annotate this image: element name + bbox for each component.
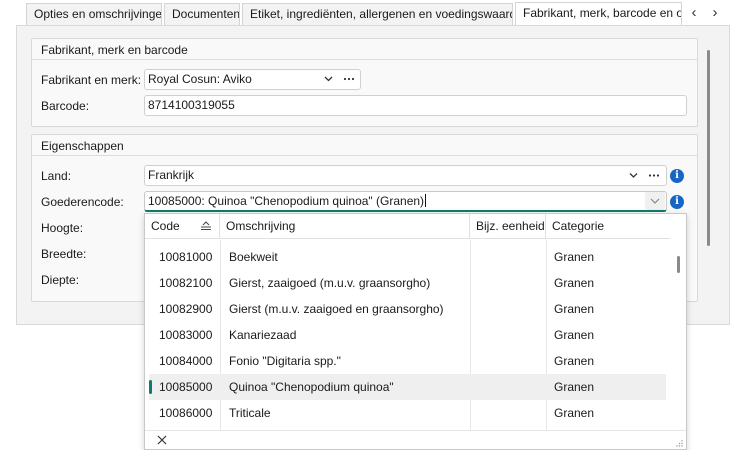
group-divider	[32, 155, 697, 156]
cell-description: Kanariezaad	[229, 328, 297, 342]
cell-category: Granen	[554, 250, 595, 264]
tab-fabrikant[interactable]: Fabrikant, merk, barcode en overige	[515, 2, 682, 27]
dropdown-scrollbar[interactable]	[677, 256, 680, 273]
barcode-label: Barcode:	[41, 99, 90, 113]
chevron-down-icon[interactable]	[323, 73, 334, 86]
tab-bar: Opties en omschrijvingen Documenten Etik…	[0, 0, 747, 27]
column-header-label: Code	[151, 219, 180, 233]
goods-code-label: Goederencode:	[41, 195, 124, 209]
table-row[interactable]: 10082900 Gierst (m.u.v. zaaigoed en graa…	[145, 296, 667, 322]
grid-body: 10081000 Boekweit Granen 10082100 Gierst…	[145, 240, 670, 430]
tab-scroll-left-icon[interactable]: ‹	[683, 3, 705, 23]
text-cursor	[425, 194, 427, 207]
cell-description: Boekweit	[229, 250, 278, 264]
column-header-bijz-eenheid[interactable]: Bijz. eenheid	[470, 214, 546, 239]
barcode-value: 8714100319055	[148, 98, 235, 112]
table-row[interactable]: 10082100 Gierst, zaaigoed (m.u.v. graans…	[145, 270, 667, 296]
depth-label: Diepte:	[41, 273, 80, 287]
close-icon[interactable]	[157, 433, 167, 448]
width-label: Breedte:	[41, 247, 87, 261]
table-row[interactable]: 10084000 Fonio "Digitaria spp." Granen	[145, 348, 667, 374]
goods-code-value: 10085000: Quinoa "Chenopodium quinoa" (G…	[148, 194, 425, 208]
cell-code: 10082100	[159, 276, 213, 290]
goods-code-dropdown: Code Omschrijving Bijz. eenheid Categori…	[144, 213, 687, 450]
selection-marker	[149, 380, 152, 394]
group-title: Eigenschappen	[41, 139, 124, 153]
resize-grip-icon[interactable]	[676, 440, 683, 448]
cell-category: Granen	[554, 328, 595, 342]
cell-code: 10085000	[159, 380, 213, 394]
cell-code: 10086000	[159, 406, 213, 420]
cell-code: 10082900	[159, 302, 213, 316]
panel-scrollbar[interactable]	[707, 50, 710, 246]
country-value: Frankrijk	[148, 168, 195, 182]
cell-code: 10084000	[159, 354, 213, 368]
tab-opties-en-omschrijvingen[interactable]: Opties en omschrijvingen	[26, 3, 162, 25]
country-label: Land:	[41, 169, 72, 183]
cell-description: Gierst (m.u.v. zaaigoed en graansorgho)	[229, 302, 444, 316]
column-header-code[interactable]: Code	[145, 214, 220, 239]
dropdown-footer	[145, 430, 686, 450]
cell-category: Granen	[554, 276, 595, 290]
table-row-selected[interactable]: 10085000 Quinoa "Chenopodium quinoa" Gra…	[149, 374, 666, 400]
cell-category: Granen	[554, 406, 595, 420]
table-row[interactable]: 10081000 Boekweit Granen	[145, 244, 667, 270]
info-icon[interactable]: i	[670, 195, 684, 209]
tab-scroll-right-icon[interactable]: ›	[704, 3, 726, 23]
chevron-down-icon[interactable]	[645, 192, 665, 210]
cell-code: 10083000	[159, 328, 213, 342]
table-row[interactable]: 10086000 Triticale Granen	[145, 400, 667, 426]
sort-ascending-icon[interactable]	[200, 214, 212, 239]
column-header-categorie[interactable]: Categorie	[546, 214, 670, 239]
cell-description: Quinoa "Chenopodium quinoa"	[229, 380, 394, 394]
manufacturer-label: Fabrikant en merk:	[41, 73, 142, 87]
country-select[interactable]: Frankrijk	[144, 165, 667, 186]
cell-category: Granen	[554, 302, 595, 316]
tab-etiket[interactable]: Etiket, ingrediënten, allergenen en voed…	[242, 3, 513, 25]
tab-documenten[interactable]: Documenten	[164, 3, 240, 25]
table-row[interactable]: 10083000 Kanariezaad Granen	[145, 322, 667, 348]
group-divider	[32, 59, 697, 60]
ellipsis-icon[interactable]	[343, 73, 355, 86]
grid-header: Code Omschrijving Bijz. eenheid Categori…	[145, 214, 670, 239]
column-header-omschrijving[interactable]: Omschrijving	[220, 214, 470, 239]
cell-description: Gierst, zaaigoed (m.u.v. graansorgho)	[229, 276, 431, 290]
height-label: Hoogte:	[41, 221, 84, 235]
ellipsis-icon[interactable]	[648, 170, 660, 183]
cell-code: 10081000	[159, 250, 213, 264]
info-icon[interactable]: i	[670, 169, 684, 183]
manufacturer-value: Royal Cosun: Aviko	[148, 72, 252, 86]
chevron-down-icon[interactable]	[628, 170, 639, 183]
cell-description: Fonio "Digitaria spp."	[229, 354, 341, 368]
group-title: Fabrikant, merk en barcode	[41, 43, 188, 57]
cell-category: Granen	[554, 380, 595, 394]
goods-code-combobox[interactable]: 10085000: Quinoa "Chenopodium quinoa" (G…	[144, 191, 667, 212]
cell-description: Triticale	[229, 406, 271, 420]
barcode-input[interactable]: 8714100319055	[144, 95, 687, 116]
cell-category: Granen	[554, 354, 595, 368]
